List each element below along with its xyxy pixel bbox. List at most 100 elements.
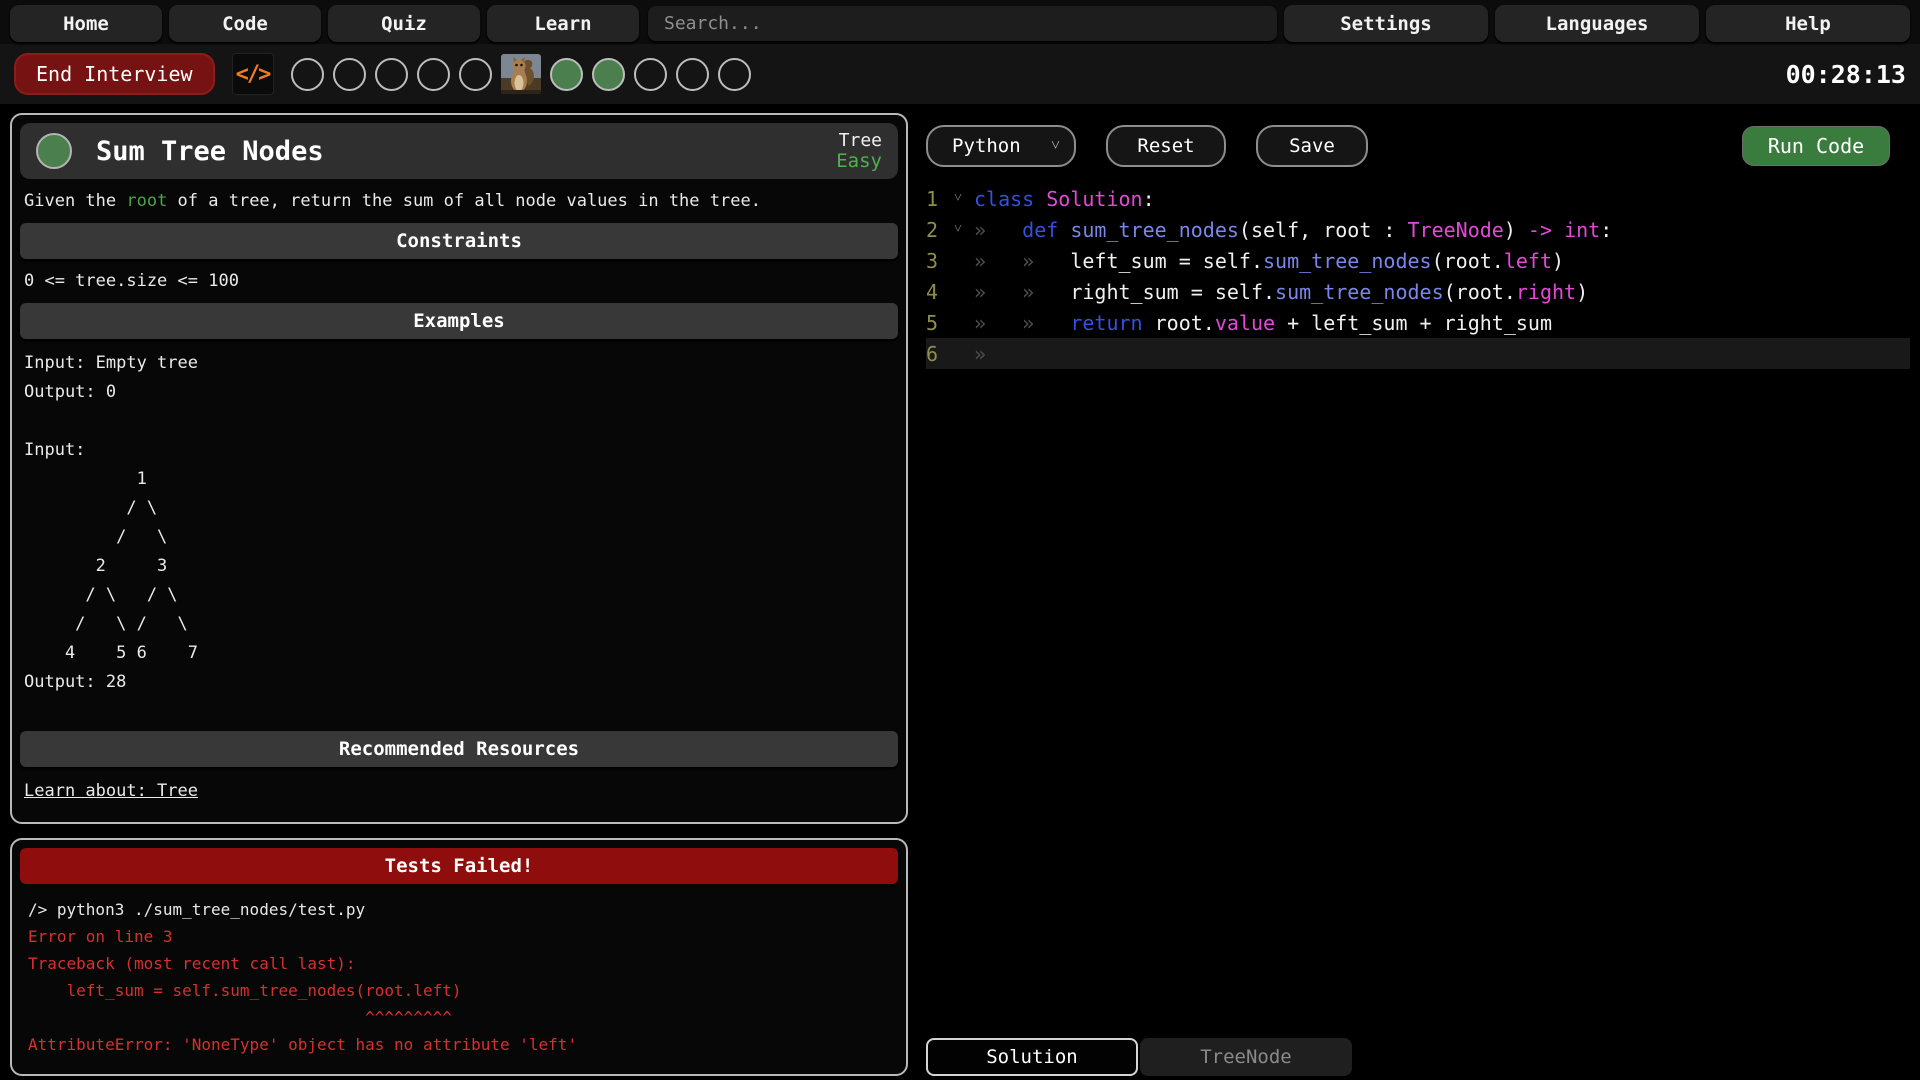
constraints-header: Constraints xyxy=(20,223,898,259)
progress-dot-empty[interactable] xyxy=(676,58,709,91)
nav-tab-code[interactable]: Code xyxy=(169,5,321,42)
code-token: -> xyxy=(1528,218,1552,242)
resources-header: Recommended Resources xyxy=(20,731,898,767)
problem-status-dot xyxy=(36,133,72,169)
left-column: Sum Tree Nodes Tree Easy Given the root … xyxy=(10,113,908,1080)
code-token: left_sum = self. xyxy=(1034,249,1263,273)
description-token: Given the xyxy=(24,191,126,211)
code-text: » » return root.value + left_sum + right… xyxy=(974,311,1552,335)
reset-button[interactable]: Reset xyxy=(1106,125,1226,167)
code-token xyxy=(986,218,1022,242)
code-text: » xyxy=(974,342,986,366)
problem-meta: Tree Easy xyxy=(836,130,882,172)
nav-tab-settings[interactable]: Settings xyxy=(1284,5,1488,42)
fold-chevron-icon[interactable]: ˅ xyxy=(954,190,974,207)
progress-dot-empty[interactable] xyxy=(459,58,492,91)
code-token: (root. xyxy=(1432,249,1504,273)
code-token: int xyxy=(1564,218,1600,242)
run-code-button[interactable]: Run Code xyxy=(1742,126,1890,166)
line-number: 3 xyxy=(926,249,954,273)
code-token: » xyxy=(974,249,986,273)
code-token xyxy=(1034,311,1070,335)
problem-description: Given the root of a tree, return the sum… xyxy=(24,191,894,211)
code-token: » xyxy=(1022,280,1034,304)
code-text: » » right_sum = self.sum_tree_nodes(root… xyxy=(974,280,1588,304)
nav-tab-home[interactable]: Home xyxy=(10,5,162,42)
code-token: root. xyxy=(1143,311,1215,335)
progress-dot-complete[interactable] xyxy=(550,58,583,91)
code-editor[interactable]: 1˅class Solution:2˅» def sum_tree_nodes(… xyxy=(926,183,1910,369)
code-token: ) xyxy=(1552,249,1564,273)
tests-panel: Tests Failed! /> python3 ./sum_tree_node… xyxy=(10,838,908,1076)
code-token: » xyxy=(974,280,986,304)
nav-tab-languages[interactable]: Languages xyxy=(1495,5,1699,42)
nav-tab-learn[interactable]: Learn xyxy=(487,5,639,42)
code-token: : xyxy=(1600,218,1612,242)
line-number: 5 xyxy=(926,311,954,335)
code-question-icon: </> xyxy=(232,53,274,95)
code-token: » xyxy=(1022,249,1034,273)
code-token: ) xyxy=(1576,280,1588,304)
interview-timer: 00:28:13 xyxy=(1786,60,1906,89)
nav-right-tabs: SettingsLanguagesHelp xyxy=(1284,5,1910,42)
fold-chevron-icon[interactable]: ˅ xyxy=(954,221,974,238)
language-select-wrap: Python ˅ xyxy=(926,125,1076,167)
line-number: 6 xyxy=(926,342,954,366)
code-editor-panel: Python ˅ Reset Save Run Code 1˅class Sol… xyxy=(916,113,1910,1080)
code-token: left xyxy=(1504,249,1552,273)
code-token: sum_tree_nodes xyxy=(1275,280,1444,304)
problem-panel: Sum Tree Nodes Tree Easy Given the root … xyxy=(10,113,908,824)
code-token: » xyxy=(974,218,986,242)
code-token: : xyxy=(1143,187,1155,211)
problem-category: Tree xyxy=(836,130,882,151)
code-text: » » left_sum = self.sum_tree_nodes(root.… xyxy=(974,249,1564,273)
progress-dot-empty[interactable] xyxy=(333,58,366,91)
nav-tab-help[interactable]: Help xyxy=(1706,5,1910,42)
code-token: Solution xyxy=(1046,187,1142,211)
terminal-line: Error on line 3 xyxy=(28,923,890,950)
nav-left-tabs: HomeCodeQuizLearn xyxy=(10,5,639,42)
save-button[interactable]: Save xyxy=(1256,125,1368,167)
code-token xyxy=(986,249,1022,273)
end-interview-button[interactable]: End Interview xyxy=(14,53,215,95)
problem-difficulty-badge: Easy xyxy=(836,151,882,172)
progress-dot-empty[interactable] xyxy=(375,58,408,91)
code-token: TreeNode xyxy=(1408,218,1504,242)
code-token xyxy=(1552,218,1564,242)
code-token: (root. xyxy=(1444,280,1516,304)
resource-link-tree[interactable]: Learn about: Tree xyxy=(24,781,198,801)
language-select[interactable]: Python xyxy=(928,127,1074,165)
code-token: » xyxy=(974,342,986,366)
editor-controls: Python ˅ Reset Save Run Code xyxy=(926,125,1910,167)
squirrel-avatar[interactable] xyxy=(501,54,541,94)
editor-tab-solution[interactable]: Solution xyxy=(926,1038,1138,1076)
nav-tab-quiz[interactable]: Quiz xyxy=(328,5,480,42)
description-token: of a tree, return the sum of all node va… xyxy=(167,191,761,211)
problem-title: Sum Tree Nodes xyxy=(96,136,324,167)
progress-dot-empty[interactable] xyxy=(634,58,667,91)
squirrel-photo xyxy=(501,54,541,94)
code-token: return xyxy=(1070,311,1142,335)
terminal-line: /> python3 ./sum_tree_nodes/test.py xyxy=(28,896,890,923)
examples-block: Input: Empty tree Output: 0 Input: 1 / \… xyxy=(24,349,894,697)
code-line: 2˅» def sum_tree_nodes(self, root : Tree… xyxy=(926,214,1910,245)
progress-dot-empty[interactable] xyxy=(417,58,450,91)
code-token: right_sum = self. xyxy=(1034,280,1275,304)
code-line: 1˅class Solution: xyxy=(926,183,1910,214)
code-token: right xyxy=(1516,280,1576,304)
editor-tab-treenode[interactable]: TreeNode xyxy=(1140,1038,1352,1076)
progress-dot-empty[interactable] xyxy=(718,58,751,91)
search-input[interactable] xyxy=(648,6,1277,41)
progress-dot-complete[interactable] xyxy=(592,58,625,91)
terminal-line: ^^^^^^^^^ xyxy=(28,1004,890,1031)
top-nav: HomeCodeQuizLearn SettingsLanguagesHelp xyxy=(0,0,1920,44)
terminal-line: AttributeError: 'NoneType' object has no… xyxy=(28,1031,890,1058)
code-line: 4» » right_sum = self.sum_tree_nodes(roo… xyxy=(926,276,1910,307)
code-token: » xyxy=(974,311,986,335)
progress-dots xyxy=(291,54,751,94)
code-token: + left_sum + right_sum xyxy=(1275,311,1552,335)
code-token xyxy=(986,311,1022,335)
line-number: 1 xyxy=(926,187,954,211)
examples-header: Examples xyxy=(20,303,898,339)
progress-dot-empty[interactable] xyxy=(291,58,324,91)
